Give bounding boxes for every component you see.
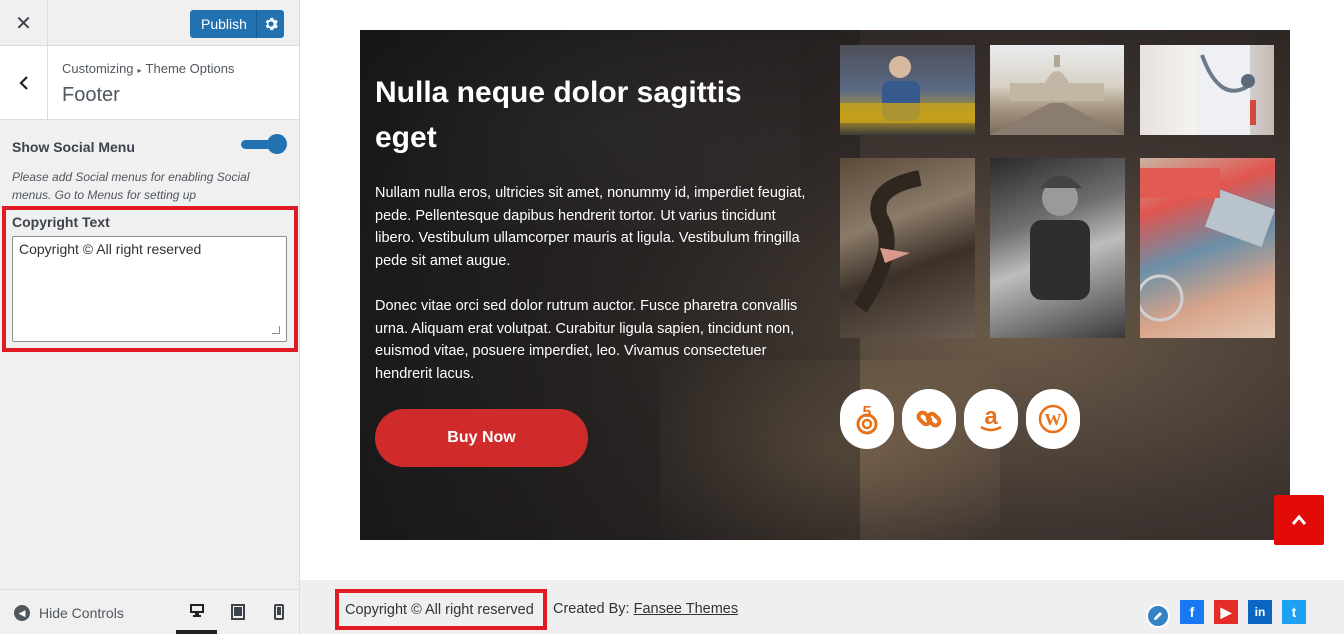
- site-preview: Nulla neque dolor sagittis eget Nullam n…: [300, 0, 1344, 634]
- svg-text:5: 5: [863, 404, 872, 421]
- hide-controls-button[interactable]: ◀ Hide Controls: [14, 605, 124, 621]
- customizer-footer: ◀ Hide Controls: [0, 589, 299, 634]
- theme-author-link[interactable]: Fansee Themes: [634, 601, 739, 617]
- social-menu-note: Please add Social menus for enabling Soc…: [12, 170, 250, 202]
- desktop-preview-button[interactable]: [176, 590, 217, 634]
- youtube-icon[interactable]: ▶: [1214, 600, 1238, 624]
- device-switcher: [176, 590, 299, 634]
- svg-text:W: W: [1045, 410, 1062, 429]
- back-button[interactable]: [0, 46, 48, 119]
- hero-title: Nulla neque dolor sagittis eget: [375, 76, 742, 154]
- facebook-icon[interactable]: f: [1180, 600, 1204, 624]
- link-icon[interactable]: [902, 389, 956, 449]
- created-by: Created By: Fansee Themes: [553, 601, 738, 617]
- gallery-image-snake[interactable]: [840, 158, 975, 338]
- show-social-menu-toggle[interactable]: [241, 134, 287, 154]
- chevron-left-icon: [18, 75, 28, 90]
- close-customizer-button[interactable]: ✕: [0, 0, 48, 46]
- mobile-preview-button[interactable]: [258, 590, 299, 634]
- gallery-image-city-bridge[interactable]: [990, 45, 1124, 135]
- gallery-image-man-reading[interactable]: [840, 45, 975, 135]
- svg-text:a: a: [984, 404, 998, 430]
- publish-button[interactable]: Publish: [190, 10, 284, 38]
- buy-now-button[interactable]: Buy Now: [375, 409, 588, 467]
- gallery-image-old-man[interactable]: [990, 158, 1125, 338]
- section-title: Footer: [62, 84, 120, 106]
- breadcrumb-arrow-icon: ▸: [137, 66, 142, 75]
- wordpress-icon[interactable]: W: [1026, 389, 1080, 449]
- gear-icon[interactable]: [257, 17, 284, 31]
- hero-social-icons: 5 a W: [840, 389, 1080, 449]
- close-icon: ✕: [15, 12, 32, 35]
- mobile-icon: [273, 604, 284, 620]
- amazon-icon[interactable]: a: [964, 389, 1018, 449]
- edit-shortcut-pencil-icon[interactable]: [1146, 604, 1170, 628]
- hero-paragraph-1: Nullam nulla eros, ultricies sit amet, n…: [375, 185, 806, 269]
- publish-label: Publish: [201, 16, 247, 32]
- arrow-up-icon: [1292, 514, 1306, 525]
- copyright-textarea[interactable]: Copyright © All right reserved: [12, 236, 287, 342]
- copyright-highlight: Copyright Text Copyright © All right res…: [2, 206, 298, 352]
- show-social-menu-label: Show Social Menu: [12, 139, 135, 155]
- hide-controls-label: Hide Controls: [39, 605, 124, 621]
- customizer-sidebar: ✕ Publish Customizing ▸ Theme Options Foot…: [0, 0, 300, 634]
- twitter-icon[interactable]: t: [1282, 600, 1306, 624]
- footer-copyright: Copyright © All right reserved: [335, 589, 547, 630]
- breadcrumb-parent: Theme Options: [145, 61, 235, 76]
- breadcrumb: Customizing ▸ Theme Options: [62, 61, 234, 76]
- resize-grip-icon[interactable]: [272, 326, 280, 334]
- tablet-preview-button[interactable]: [217, 590, 258, 634]
- hero-paragraph-2: Donec vitae orci sed dolor rutrum auctor…: [375, 298, 798, 382]
- customizer-header: ✕ Publish: [0, 0, 299, 46]
- created-by-label: Created By:: [553, 601, 630, 617]
- copyright-text-label: Copyright Text: [12, 214, 110, 230]
- linkedin-icon[interactable]: in: [1248, 600, 1272, 624]
- site-footer: Copyright © All right reserved Created B…: [300, 580, 1344, 634]
- scroll-to-top-button[interactable]: [1274, 495, 1324, 545]
- footer-social-icons: f ▶ in t: [1146, 600, 1306, 624]
- hero-section: Nulla neque dolor sagittis eget Nullam n…: [360, 30, 1290, 540]
- desktop-icon: [189, 604, 204, 617]
- gallery-image-doctor[interactable]: [1140, 45, 1274, 135]
- 500px-icon[interactable]: 5: [840, 389, 894, 449]
- arrow-left-circle-icon: ◀: [14, 605, 30, 621]
- breadcrumb-root: Customizing: [62, 61, 134, 76]
- tablet-icon: [230, 604, 245, 620]
- gallery-image-laptop[interactable]: [1140, 158, 1275, 338]
- section-header: Customizing ▸ Theme Options Footer: [0, 46, 299, 120]
